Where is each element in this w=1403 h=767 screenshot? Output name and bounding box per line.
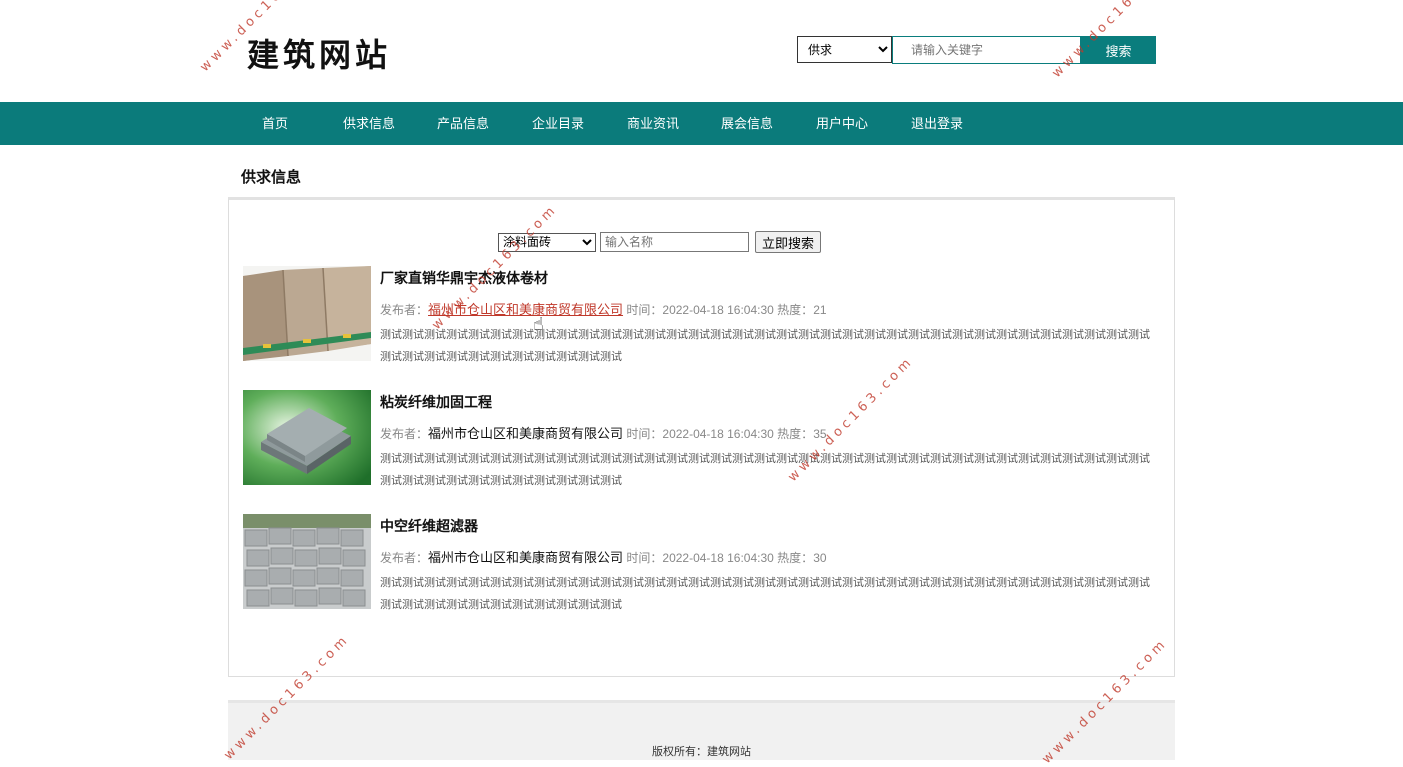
search-input[interactable]: [892, 36, 1081, 64]
content-panel: 涂料面砖 立即搜索 厂家直销华鼎宇杰液体卷材 发布者：福州市仓山区和美康商贸: [228, 197, 1175, 677]
time-value: 2022-04-18 16:04:30: [662, 551, 774, 565]
main-nav: 首页 供求信息 产品信息 企业目录 商业资讯 展会信息 用户中心 退出登录: [0, 102, 1403, 145]
nav-home[interactable]: 首页: [262, 102, 288, 145]
heat-label: 热度：: [777, 427, 814, 441]
publisher-link[interactable]: 福州市仓山区和美康商贸有限公司: [428, 550, 623, 565]
heat-value: 21: [813, 303, 827, 317]
filter-search-button[interactable]: 立即搜索: [755, 231, 821, 253]
name-input[interactable]: [600, 232, 749, 252]
filter-bar: 涂料面砖 立即搜索: [498, 231, 821, 253]
item-description: 测试测试测试测试测试测试测试测试测试测试测试测试测试测试测试测试测试测试测试测试…: [380, 328, 1150, 363]
time-label: 时间：: [626, 303, 663, 317]
publisher-label: 发布者：: [380, 303, 429, 317]
nav-business-news[interactable]: 商业资讯: [627, 102, 679, 145]
copyright-text: 版权所有：建筑网站: [652, 745, 751, 758]
page-title: 供求信息: [241, 168, 302, 186]
time-label: 时间：: [626, 427, 663, 441]
nav-company-directory[interactable]: 企业目录: [532, 102, 584, 145]
search-type-select[interactable]: 供求: [797, 36, 892, 63]
heat-label: 热度：: [777, 551, 814, 565]
publisher-label: 发布者：: [380, 551, 429, 565]
header-search: 供求 搜索: [797, 36, 1156, 64]
nav-logout[interactable]: 退出登录: [911, 102, 963, 145]
time-label: 时间：: [626, 551, 663, 565]
item-image[interactable]: [243, 266, 371, 361]
nav-user-center[interactable]: 用户中心: [816, 102, 868, 145]
item-title[interactable]: 中空纤维超滤器: [380, 516, 478, 536]
item-description: 测试测试测试测试测试测试测试测试测试测试测试测试测试测试测试测试测试测试测试测试…: [380, 452, 1150, 487]
item-description: 测试测试测试测试测试测试测试测试测试测试测试测试测试测试测试测试测试测试测试测试…: [380, 576, 1150, 611]
item-meta: 发布者：福州市仓山区和美康商贸有限公司 时间：2022-04-18 16:04:…: [380, 423, 827, 442]
publisher-link[interactable]: 福州市仓山区和美康商贸有限公司: [428, 426, 623, 441]
item-meta: 发布者：福州市仓山区和美康商贸有限公司 时间：2022-04-18 16:04:…: [380, 547, 827, 566]
site-logo[interactable]: 建筑网站: [247, 30, 391, 76]
item-image[interactable]: [243, 514, 371, 609]
hand-cursor-icon: ☝: [533, 314, 544, 335]
time-value: 2022-04-18 16:04:30: [662, 427, 774, 441]
heat-label: 热度：: [777, 303, 814, 317]
item-title[interactable]: 厂家直销华鼎宇杰液体卷材: [380, 268, 548, 288]
item-title[interactable]: 粘炭纤维加固工程: [380, 392, 492, 412]
list-item: 粘炭纤维加固工程 发布者：福州市仓山区和美康商贸有限公司 时间：2022-04-…: [243, 390, 1163, 487]
item-image[interactable]: [243, 390, 371, 485]
publisher-label: 发布者：: [380, 427, 429, 441]
site-footer: 版权所有：建筑网站: [228, 700, 1175, 760]
nav-exhibitions[interactable]: 展会信息: [721, 102, 773, 145]
list-item: 中空纤维超滤器 发布者：福州市仓山区和美康商贸有限公司 时间：2022-04-1…: [243, 514, 1163, 611]
list-item: 厂家直销华鼎宇杰液体卷材 发布者：福州市仓山区和美康商贸有限公司 时间：2022…: [243, 266, 1163, 363]
nav-supply-demand[interactable]: 供求信息: [343, 102, 395, 145]
heat-value: 30: [813, 551, 827, 565]
nav-products[interactable]: 产品信息: [437, 102, 489, 145]
time-value: 2022-04-18 16:04:30: [662, 303, 774, 317]
